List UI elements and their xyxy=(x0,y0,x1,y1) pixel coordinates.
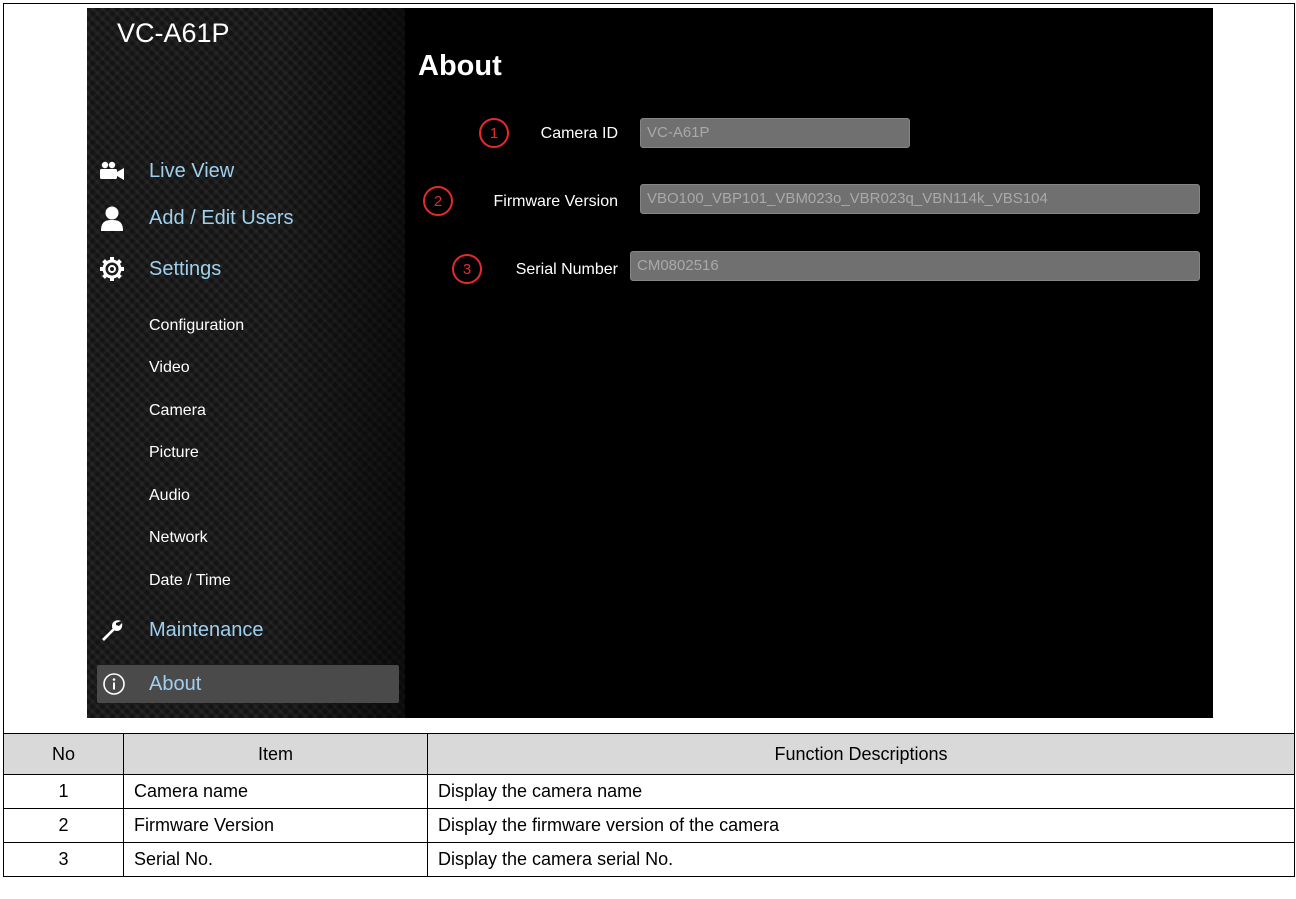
user-icon xyxy=(97,204,127,232)
table-cell-item: Serial No. xyxy=(123,842,428,877)
table-row: 1 Camera name Display the camera name xyxy=(3,774,1295,809)
annotation-marker-3: 3 xyxy=(452,254,482,284)
info-icon xyxy=(99,670,129,698)
firmware-version-field[interactable]: VBO100_VBP101_VBM023o_VBR023q_VBN114k_VB… xyxy=(640,184,1200,214)
table-cell-item: Firmware Version xyxy=(123,808,428,843)
settings-item-configuration[interactable]: Configuration xyxy=(149,317,244,335)
table-cell-no: 2 xyxy=(3,808,124,843)
camera-web-ui: VC-A61P Live View Add / Edit Users Setti… xyxy=(87,8,1213,718)
settings-item-picture[interactable]: Picture xyxy=(149,444,199,462)
device-name: VC-A61P xyxy=(117,18,230,48)
table-cell-description: Display the camera serial No. xyxy=(427,842,1295,877)
table-row: 2 Firmware Version Display the firmware … xyxy=(3,808,1295,843)
nav-add-edit-users-label: Add / Edit Users xyxy=(149,206,294,229)
table-header-item: Item xyxy=(123,733,428,775)
annotation-marker-2: 2 xyxy=(423,186,453,216)
table-cell-item: Camera name xyxy=(123,774,428,809)
wrench-icon xyxy=(97,616,127,644)
settings-item-date-time[interactable]: Date / Time xyxy=(149,572,231,590)
table-row: 3 Serial No. Display the camera serial N… xyxy=(3,842,1295,877)
settings-item-video[interactable]: Video xyxy=(149,359,190,377)
nav-settings-label: Settings xyxy=(149,257,222,280)
serial-number-label: Serial Number xyxy=(515,261,618,278)
function-description-table: No Item Function Descriptions 1 Camera n… xyxy=(3,733,1295,877)
table-cell-no: 3 xyxy=(3,842,124,877)
gear-icon xyxy=(97,255,127,283)
table-cell-description: Display the firmware version of the came… xyxy=(427,808,1295,843)
video-camera-icon xyxy=(97,157,127,185)
firmware-version-label: Firmware Version xyxy=(493,193,618,210)
annotation-marker-1: 1 xyxy=(479,118,509,148)
table-header-function: Function Descriptions xyxy=(427,733,1295,775)
serial-number-field[interactable]: CM0802516 xyxy=(630,251,1200,281)
settings-item-audio[interactable]: Audio xyxy=(149,487,190,505)
nav-settings[interactable]: Settings xyxy=(97,254,221,284)
table-cell-description: Display the camera name xyxy=(427,774,1295,809)
nav-add-edit-users[interactable]: Add / Edit Users xyxy=(97,203,294,233)
camera-id-label: Camera ID xyxy=(540,125,618,142)
settings-item-network[interactable]: Network xyxy=(149,529,208,547)
page-title: About xyxy=(418,50,502,82)
table-cell-no: 1 xyxy=(3,774,124,809)
nav-about-label: About xyxy=(149,672,202,695)
nav-live-view-label: Live View xyxy=(149,159,235,182)
table-header-no: No xyxy=(3,733,124,775)
nav-maintenance-label: Maintenance xyxy=(149,618,264,641)
settings-item-camera[interactable]: Camera xyxy=(149,402,206,420)
nav-live-view[interactable]: Live View xyxy=(97,156,234,186)
nav-about[interactable]: About xyxy=(97,665,399,703)
nav-maintenance[interactable]: Maintenance xyxy=(97,615,264,645)
table-header-row: No Item Function Descriptions xyxy=(3,733,1295,775)
sidebar: VC-A61P Live View Add / Edit Users Setti… xyxy=(87,8,405,718)
camera-id-field[interactable]: VC-A61P xyxy=(640,118,910,148)
